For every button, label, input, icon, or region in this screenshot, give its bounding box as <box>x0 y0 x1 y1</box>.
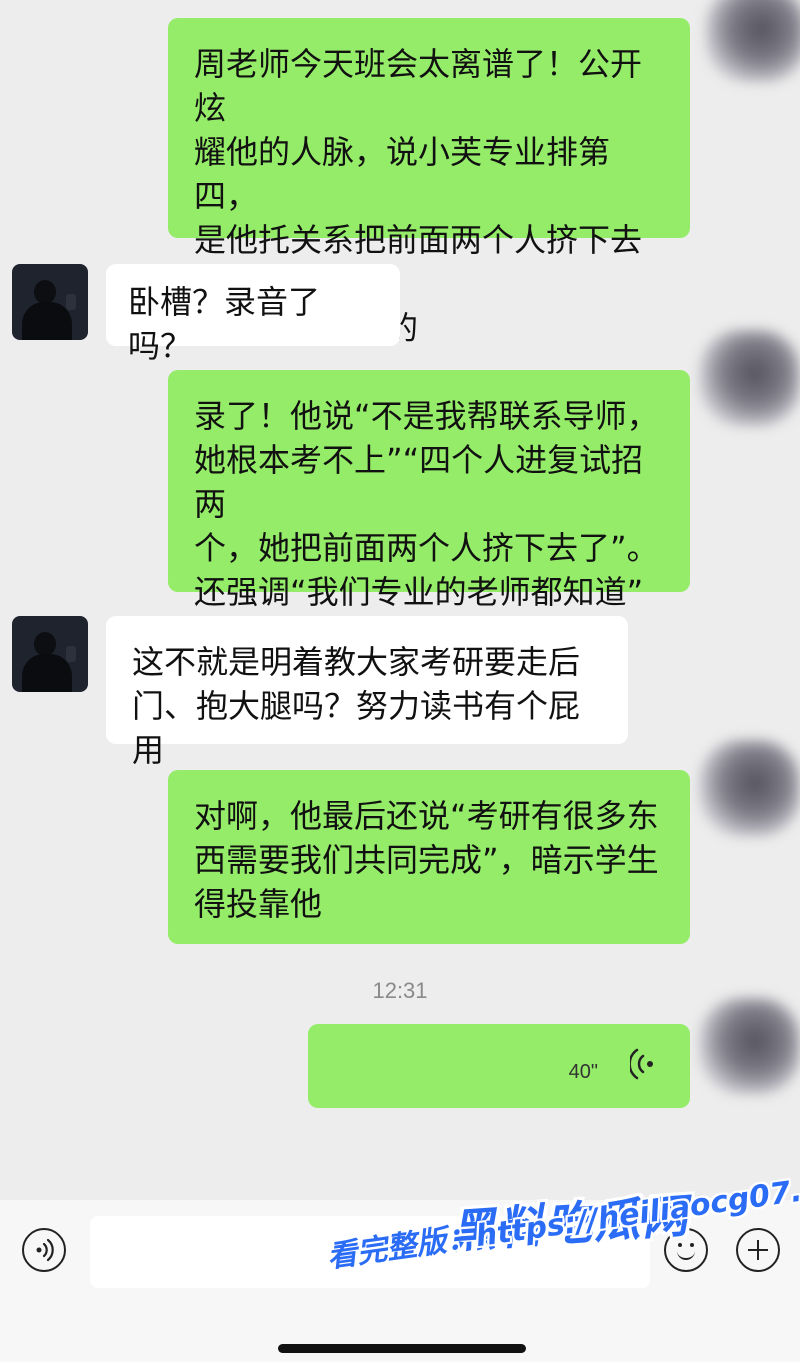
voice-wave-icon <box>630 1048 653 1080</box>
voice-duration: 40" <box>568 1061 598 1083</box>
my-avatar[interactable] <box>700 330 800 426</box>
more-options-button[interactable] <box>736 1228 780 1272</box>
my-avatar[interactable] <box>700 740 800 836</box>
message-bubble-sent[interactable]: 录了！他说“不是我帮联系导师， 她根本考不上”“四个人进复试招两 个，她把前面两… <box>168 370 690 611</box>
message-bubble-sent[interactable]: 对啊，他最后还说“考研有很多东 西需要我们共同完成”，暗示学生 得投靠他 <box>168 770 690 944</box>
my-avatar[interactable] <box>706 0 800 82</box>
voice-mode-icon <box>36 1238 54 1262</box>
voice-mode-button[interactable] <box>22 1228 66 1272</box>
contact-avatar[interactable] <box>12 264 88 340</box>
message-bubble-received[interactable]: 这不就是明着教大家考研要走后 门、抱大腿吗？努力读书有个屁用 <box>106 616 628 769</box>
chat-timestamp: 12:31 <box>372 978 428 1003</box>
message-bubble-sent[interactable]: 周老师今天班会太离谱了！公开炫 耀他的人脉，说小芙专业排第四， 是他托关系把前面… <box>168 18 690 347</box>
message-bubble-received[interactable]: 卧槽？录音了吗？ <box>106 264 400 365</box>
home-indicator <box>278 1344 526 1353</box>
chat-area: 周老师今天班会太离谱了！公开炫 耀他的人脉，说小芙专业排第四， 是他托关系把前面… <box>0 0 800 1200</box>
contact-avatar[interactable] <box>12 616 88 692</box>
voice-message-bubble[interactable]: 40" <box>308 1024 690 1108</box>
my-avatar[interactable] <box>700 998 800 1094</box>
